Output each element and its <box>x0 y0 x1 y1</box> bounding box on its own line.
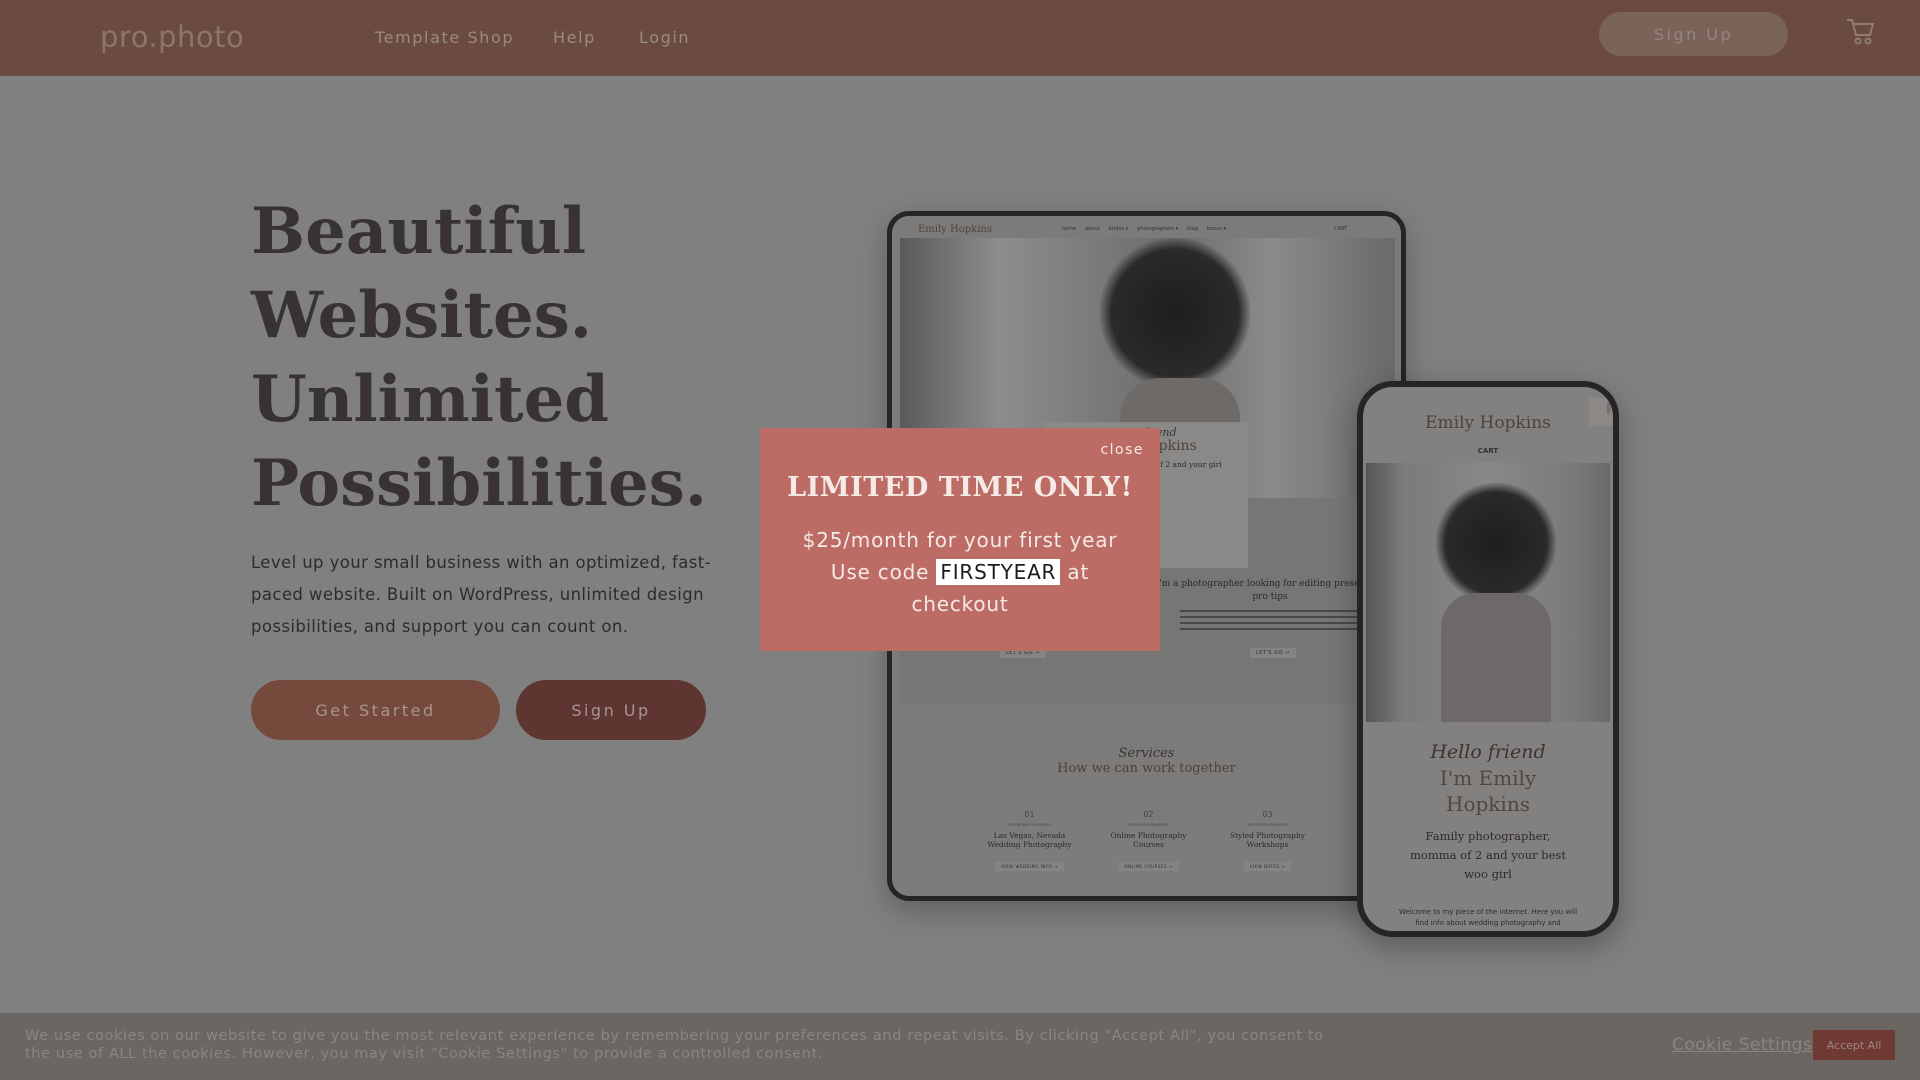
nav-help[interactable]: Help <box>553 28 596 47</box>
service-kicker: FOR PHOTOGRAPHERS <box>1247 823 1288 827</box>
site-header: pro.photo Template Shop Help Login Sign … <box>0 0 1920 76</box>
phone-welcome-line: find info about wedding photography and <box>1415 919 1561 927</box>
tablet-nav-item: photographers ▾ <box>1137 226 1179 232</box>
tablet-nav-item: blog <box>1187 226 1198 232</box>
header-signup-button[interactable]: Sign Up <box>1599 12 1788 56</box>
cart-icon[interactable] <box>1846 18 1876 46</box>
popup-title: LIMITED TIME ONLY! <box>787 472 1133 503</box>
popup-code-suffix: at <box>1067 560 1090 584</box>
phone-name-line: Hopkins <box>1446 792 1530 816</box>
get-started-button[interactable]: Get Started <box>251 680 500 740</box>
close-button[interactable]: close <box>1100 442 1144 458</box>
promo-popup: close LIMITED TIME ONLY! $25/month for y… <box>760 428 1160 651</box>
cookie-settings-link[interactable]: Cookie Settings <box>1672 1035 1812 1055</box>
popup-price: $25/month for your first year <box>802 528 1118 552</box>
photo-subject <box>1100 238 1250 388</box>
phone-mockup: Emily Hopkins MENU CART Hello friend I'm… <box>1357 381 1619 937</box>
headline-line: Unlimited <box>251 362 610 437</box>
tablet-body-lines <box>1180 610 1360 634</box>
photo-subject <box>1436 483 1556 603</box>
hero-description: Level up your small business with an opt… <box>251 553 711 636</box>
popup-code-prefix: Use code <box>830 560 930 584</box>
service-number: 02 <box>1143 810 1154 819</box>
phone-script: Hello friend <box>1430 741 1546 763</box>
phone-menu-button: MENU <box>1589 398 1613 426</box>
tablet-services-script: Services <box>1118 746 1175 761</box>
tablet-nav-item: home <box>1062 226 1077 232</box>
phone-name-line: I'm Emily <box>1439 766 1537 790</box>
tablet-nav: home about brides ▾ photographers ▾ blog… <box>1062 226 1226 232</box>
nav-template-shop[interactable]: Template Shop <box>375 28 514 47</box>
tablet-cart: CART <box>1334 226 1348 232</box>
headline-line: Possibilities. <box>251 446 708 521</box>
phone-subtitle: Family photographer, momma of 2 and your… <box>1363 827 1613 884</box>
service-card: 03 FOR PHOTOGRAPHERS Styled Photography … <box>1214 810 1321 896</box>
nav-login[interactable]: Login <box>639 28 690 47</box>
logo[interactable]: pro.photo <box>100 20 244 54</box>
hero-headline: Beautiful Websites. Unlimited Possibilit… <box>251 190 707 526</box>
service-title: Las Vegas, Nevada Wedding Photography <box>987 831 1072 849</box>
service-number: 03 <box>1262 810 1273 819</box>
photo-subject-body <box>1441 593 1551 722</box>
tablet-nav-item: about <box>1085 226 1100 232</box>
service-cta: VIEW WEDDING INFO → <box>995 862 1064 871</box>
cookie-text: We use cookies on our website to give yo… <box>25 1028 1324 1062</box>
tablet-nav-item: bonus ▾ <box>1206 226 1227 232</box>
popup-code-line: Use code FIRSTYEAR at <box>760 559 1160 585</box>
accept-all-button[interactable]: Accept All <box>1813 1030 1895 1060</box>
phone-sub-line: Family photographer, <box>1425 829 1551 843</box>
tablet-nav-item: brides ▾ <box>1108 226 1129 232</box>
service-title: Online Photography Courses <box>1110 831 1187 849</box>
phone-welcome-line: Welcome to my piece of the internet. Her… <box>1398 908 1578 916</box>
phone-hero-photo <box>1366 463 1610 722</box>
phone-menu-label: MENU <box>1606 402 1611 414</box>
service-cta: VIEW DATES → <box>1243 862 1292 871</box>
service-card: 02 FOR PHOTOGRAPHERS Online Photography … <box>1095 810 1202 896</box>
phone-name: I'm Emily Hopkins <box>1363 765 1613 817</box>
service-number: 01 <box>1024 810 1035 819</box>
service-kicker: FOR BRIDES & GROOMS <box>1008 823 1051 827</box>
service-title: Styled Photography Workshops <box>1229 831 1306 849</box>
popup-checkout: checkout <box>911 592 1009 616</box>
phone-sub-line: momma of 2 and your best <box>1410 848 1566 862</box>
promo-code: FIRSTYEAR <box>936 559 1061 585</box>
phone-cart: CART <box>1477 447 1499 455</box>
tablet-services-heading: How we can work together <box>1057 761 1236 776</box>
service-kicker: FOR PHOTOGRAPHERS <box>1128 823 1169 827</box>
phone-site-name: Emily Hopkins <box>1425 413 1551 433</box>
headline-line: Beautiful <box>251 194 587 269</box>
headline-line: Websites. <box>251 278 593 353</box>
tablet-site-name: Emily Hopkins <box>918 224 992 235</box>
phone-sub-line: woo girl <box>1464 867 1512 881</box>
hero-signup-button[interactable]: Sign Up <box>516 680 706 740</box>
tablet-right-cta: LET'S GO → <box>1250 648 1296 658</box>
service-card: 01 FOR BRIDES & GROOMS Las Vegas, Nevada… <box>976 810 1083 896</box>
tablet-right-heading: I'm a photographer looking for editing p… <box>1155 579 1385 602</box>
phone-welcome: Welcome to my piece of the internet. Her… <box>1363 907 1613 929</box>
service-cta: ONLINE COURSES → <box>1118 862 1179 871</box>
cookie-banner: We use cookies on our website to give yo… <box>0 1013 1920 1080</box>
